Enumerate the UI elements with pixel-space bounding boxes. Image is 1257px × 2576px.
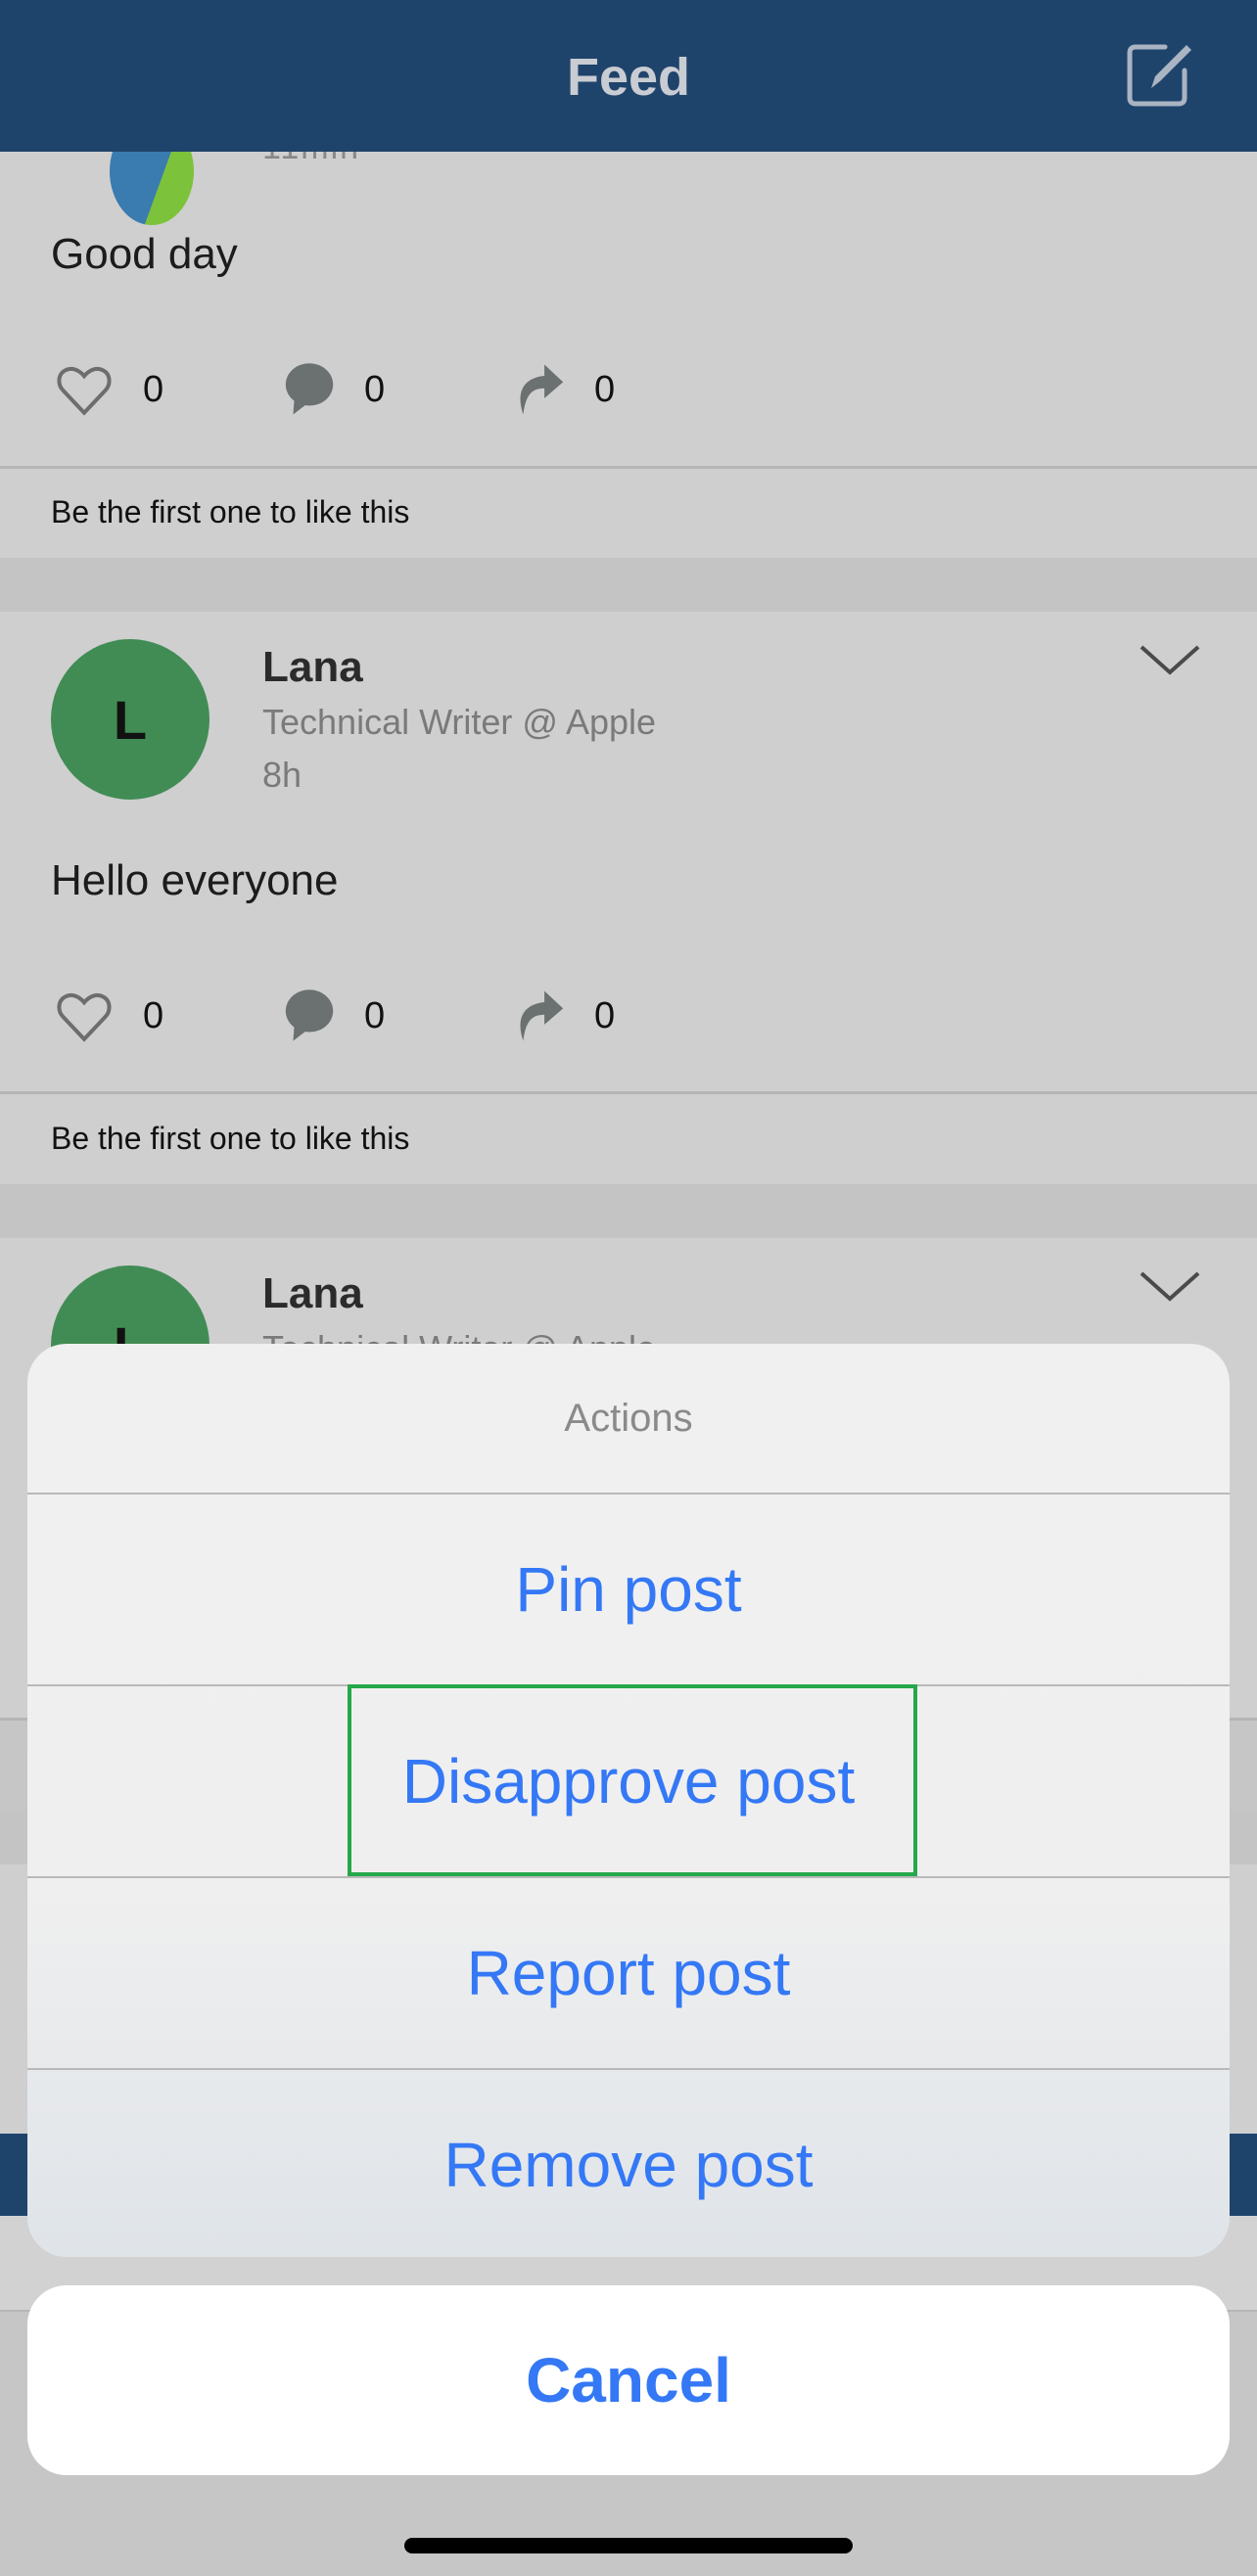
post-menu-button[interactable] [1136, 641, 1214, 700]
post-separator [0, 1184, 1257, 1238]
home-indicator[interactable] [404, 2538, 853, 2553]
screen: 11min Good day 0 0 0 Be the first one to… [0, 0, 1257, 2576]
comment-button[interactable]: 0 [284, 987, 385, 1045]
author-name[interactable]: Lana [262, 1269, 363, 1318]
chevron-down-icon [1140, 1271, 1200, 1302]
post-body: Good day [51, 230, 238, 278]
compose-button[interactable] [1122, 37, 1196, 112]
like-button[interactable]: 0 [55, 360, 163, 419]
share-count: 0 [594, 994, 616, 1036]
compose-icon [1127, 44, 1191, 107]
heart-icon [57, 366, 112, 416]
remove-post-button[interactable]: Remove post [27, 2068, 1230, 2257]
share-count: 0 [594, 368, 616, 410]
comment-icon [285, 363, 334, 415]
post-body: Hello everyone [51, 856, 339, 904]
disapprove-post-button[interactable]: Disapprove post [27, 1684, 1230, 1876]
like-count: 0 [143, 368, 164, 410]
post-separator [0, 558, 1257, 612]
divider [0, 466, 1257, 469]
likes-summary: Be the first one to like this [51, 1121, 410, 1156]
like-button[interactable]: 0 [55, 987, 163, 1045]
comment-count: 0 [364, 994, 386, 1036]
page-title: Feed [566, 48, 691, 107]
comment-count: 0 [364, 368, 386, 410]
author-title: Technical Writer @ Apple [262, 702, 657, 742]
heart-icon [57, 992, 112, 1042]
comment-icon [285, 989, 334, 1041]
post-menu-button[interactable] [1136, 1267, 1214, 1326]
report-post-button[interactable]: Report post [27, 1876, 1230, 2068]
nav-bar: Feed [0, 0, 1257, 152]
share-icon [520, 364, 564, 415]
comment-button[interactable]: 0 [284, 360, 385, 419]
divider [0, 1091, 1257, 1094]
avatar[interactable]: L [51, 639, 210, 800]
share-button[interactable]: 0 [514, 987, 615, 1045]
cancel-button[interactable]: Cancel [27, 2285, 1230, 2475]
share-icon [520, 990, 564, 1041]
post-card: L Lana Technical Writer @ Apple 8h Hello… [0, 612, 1257, 1184]
share-button[interactable]: 0 [514, 360, 615, 419]
like-count: 0 [143, 994, 164, 1036]
author-name[interactable]: Lana [262, 643, 363, 692]
chevron-down-icon [1140, 645, 1200, 675]
pin-post-button[interactable]: Pin post [27, 1493, 1230, 1684]
highlight-box [348, 1684, 917, 1876]
likes-summary: Be the first one to like this [51, 494, 410, 529]
post-time: 8h [262, 755, 303, 795]
action-sheet-title: Actions [564, 1396, 693, 1440]
action-sheet: Actions Pin post Disapprove post Report … [27, 1344, 1230, 2257]
